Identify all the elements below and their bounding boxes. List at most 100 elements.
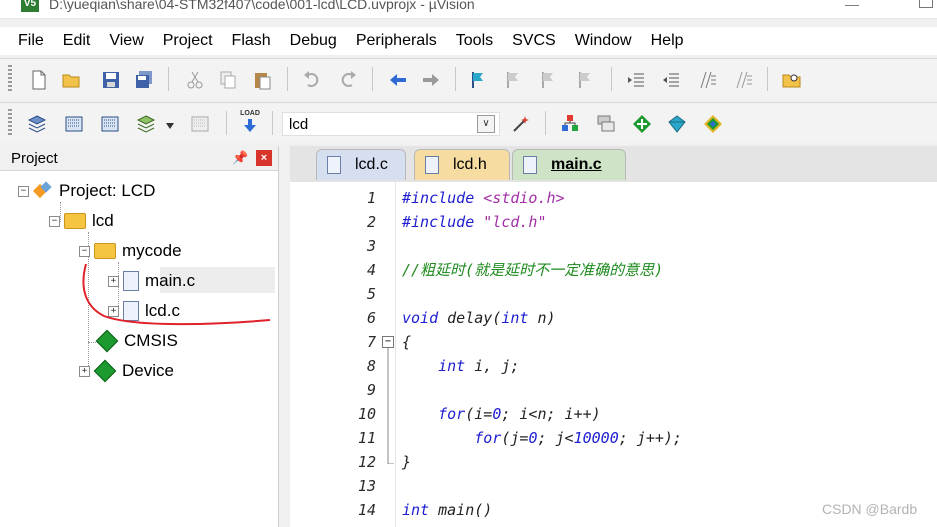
menu-file[interactable]: File xyxy=(10,27,52,55)
preprocessor-keyword: #include xyxy=(402,189,475,207)
clear-bookmarks-icon[interactable] xyxy=(575,70,595,90)
menu-edit[interactable]: Edit xyxy=(55,27,99,55)
tree-item-project[interactable]: − Project: LCD xyxy=(18,178,155,204)
cut-icon[interactable] xyxy=(185,70,205,90)
toolbar-grip[interactable] xyxy=(8,109,12,137)
menu-debug[interactable]: Debug xyxy=(282,27,345,55)
translate-icon[interactable] xyxy=(27,114,47,134)
toolbar-grip[interactable] xyxy=(8,65,12,93)
stop-build-icon[interactable] xyxy=(190,114,210,134)
next-bookmark-icon[interactable] xyxy=(538,70,558,90)
keyword: int xyxy=(438,357,466,375)
tree-item-component-device[interactable]: + Device xyxy=(79,358,174,384)
rebuild-icon[interactable] xyxy=(100,114,120,134)
bookmark-icon[interactable] xyxy=(468,70,488,90)
expand-icon[interactable]: + xyxy=(108,305,119,317)
chevron-down-icon[interactable]: ∨ xyxy=(477,115,495,133)
code-line: 12 } xyxy=(290,450,937,474)
new-file-icon[interactable] xyxy=(29,70,49,90)
uncomment-icon[interactable] xyxy=(733,70,753,90)
line-number: 11 xyxy=(357,429,376,447)
line-number: 7 xyxy=(366,333,376,351)
find-in-files-icon[interactable] xyxy=(782,70,802,90)
code-text: (j= xyxy=(501,429,529,447)
save-all-icon[interactable] xyxy=(134,70,154,90)
code-line: 3 xyxy=(290,234,937,258)
minimize-icon[interactable]: — xyxy=(845,0,859,12)
tree-item-label: Device xyxy=(122,361,174,380)
keyword: void xyxy=(402,309,439,327)
tree-item-label: CMSIS xyxy=(124,331,178,350)
collapse-icon[interactable]: − xyxy=(18,185,29,197)
file-extensions-icon[interactable] xyxy=(596,114,616,134)
close-icon[interactable]: × xyxy=(256,150,272,166)
component-gem-icon xyxy=(95,329,119,353)
tree-item-target-lcd[interactable]: − lcd xyxy=(49,208,114,234)
target-options-icon[interactable] xyxy=(511,114,531,134)
redo-icon[interactable] xyxy=(338,70,358,90)
tree-item-label: lcd xyxy=(92,211,114,230)
code-line: 13 xyxy=(290,474,937,498)
code-editor[interactable]: 1 #include <stdio.h> 2 #include "lcd.h" … xyxy=(290,182,937,527)
navigate-back-icon[interactable] xyxy=(388,70,408,90)
code-line: 7 − { xyxy=(290,330,937,354)
undo-icon[interactable] xyxy=(302,70,322,90)
tree-item-label: Project: LCD xyxy=(59,181,156,200)
open-folder-icon[interactable] xyxy=(62,70,82,90)
collapse-icon[interactable]: − xyxy=(79,245,90,257)
tab-lcd-c[interactable]: lcd.c xyxy=(316,149,406,180)
copy-icon[interactable] xyxy=(218,70,238,90)
tree-item-file-main-c[interactable]: + main.c xyxy=(108,268,195,294)
target-select[interactable]: lcd ∨ xyxy=(282,112,500,136)
include-file: "lcd.h" xyxy=(483,213,547,231)
build-icon[interactable] xyxy=(64,114,84,134)
pack-installer-icon[interactable] xyxy=(632,114,652,134)
manage-runtime-environment-icon[interactable] xyxy=(703,114,723,134)
tab-lcd-h[interactable]: lcd.h xyxy=(414,149,510,180)
menu-view[interactable]: View xyxy=(101,27,151,55)
menu-project[interactable]: Project xyxy=(155,27,221,55)
navigate-forward-icon[interactable] xyxy=(421,70,441,90)
function-name: delay( xyxy=(447,309,502,327)
line-number: 1 xyxy=(366,189,376,207)
manage-project-items-icon[interactable] xyxy=(560,114,580,134)
select-packs-icon[interactable] xyxy=(667,114,687,134)
comment-icon[interactable] xyxy=(697,70,717,90)
collapse-icon[interactable]: − xyxy=(49,215,60,227)
save-icon[interactable] xyxy=(101,70,121,90)
pin-icon[interactable]: 📌 xyxy=(232,150,248,166)
paste-icon[interactable] xyxy=(252,70,272,90)
download-load-button[interactable]: LOAD xyxy=(237,110,263,136)
keyword: int xyxy=(501,309,529,327)
menu-svcs[interactable]: SVCS xyxy=(504,27,564,55)
tree-item-file-lcd-c[interactable]: + lcd.c xyxy=(108,298,180,324)
folder-icon xyxy=(94,243,116,259)
tab-main-c[interactable]: main.c xyxy=(512,149,626,180)
c-file-icon xyxy=(327,156,341,174)
menu-flash[interactable]: Flash xyxy=(224,27,279,55)
unindent-icon[interactable] xyxy=(661,70,681,90)
indent-icon[interactable] xyxy=(626,70,646,90)
batch-dropdown-icon[interactable] xyxy=(166,123,174,129)
fold-collapse-icon[interactable]: − xyxy=(382,336,394,348)
batch-build-icon[interactable] xyxy=(136,114,156,134)
project-panel-title: Project xyxy=(11,150,58,167)
preprocessor-keyword: #include xyxy=(402,213,475,231)
menu-help[interactable]: Help xyxy=(643,27,692,55)
c-file-icon xyxy=(123,271,139,291)
menu-peripherals[interactable]: Peripherals xyxy=(348,27,445,55)
tree-item-label: mycode xyxy=(122,241,182,260)
expand-icon[interactable]: + xyxy=(108,275,119,287)
brace: { xyxy=(402,333,412,351)
tree-item-component-cmsis[interactable]: CMSIS xyxy=(95,328,178,354)
tree-item-group-mycode[interactable]: − mycode xyxy=(79,238,182,264)
prev-bookmark-icon[interactable] xyxy=(503,70,523,90)
expand-icon[interactable]: + xyxy=(79,365,90,377)
menu-tools[interactable]: Tools xyxy=(448,27,501,55)
code-line: 8 int i, j; xyxy=(290,354,937,378)
menu-window[interactable]: Window xyxy=(567,27,640,55)
line-number: 6 xyxy=(366,309,376,327)
maximize-icon[interactable] xyxy=(919,0,933,8)
brace: } xyxy=(402,453,412,471)
project-icon xyxy=(33,183,53,199)
